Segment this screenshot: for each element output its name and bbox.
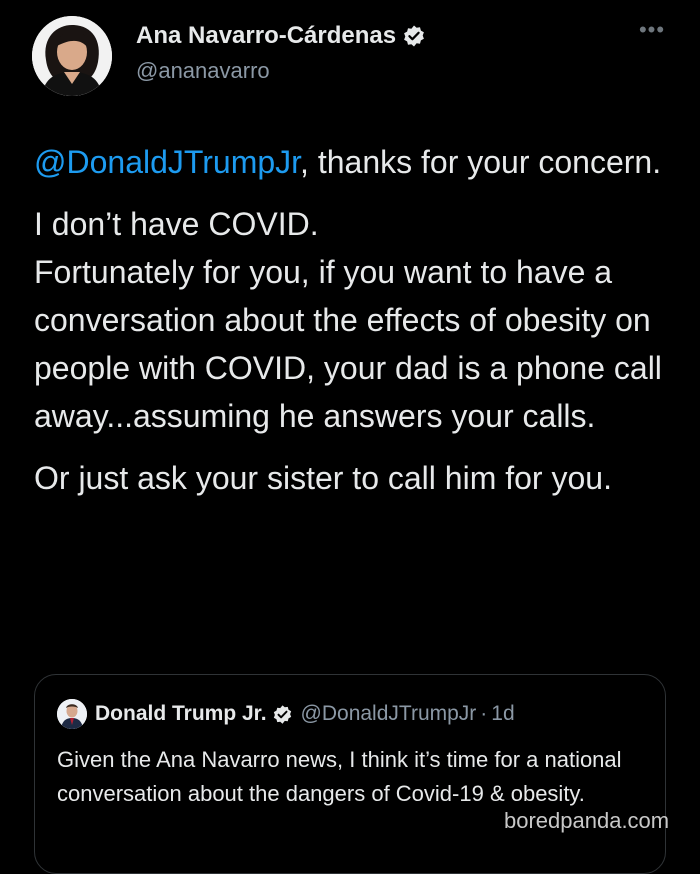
- tweet-paragraph-1: @DonaldJTrumpJr, thanks for your concern…: [34, 138, 670, 186]
- more-options-icon[interactable]: •••: [636, 18, 668, 42]
- quoted-author-handle[interactable]: @DonaldJTrumpJr: [301, 702, 477, 726]
- quoted-tweet-header: Donald Trump Jr. @DonaldJTrumpJr · 1d: [57, 699, 515, 729]
- quoted-tweet-text: Given the Ana Navarro news, I think it’s…: [57, 747, 622, 806]
- tweet-paragraph-3: Or just ask your sister to call him for …: [34, 460, 612, 496]
- mention-link[interactable]: @DonaldJTrumpJr: [34, 144, 300, 180]
- author-name-row: Ana Navarro-Cárdenas: [136, 22, 426, 50]
- author-avatar[interactable]: [32, 16, 112, 96]
- tweet-paragraph-2: I don’t have COVID. Fortunately for you, …: [34, 200, 670, 440]
- quoted-separator: ·: [480, 702, 488, 725]
- tweet-paragraph-2-line-2: Fortunately for you, if you want to have…: [34, 254, 662, 434]
- tweet-header: Ana Navarro-Cárdenas @ananavarro •••: [0, 0, 700, 110]
- quoted-timestamp[interactable]: 1d: [491, 702, 514, 726]
- verified-badge-icon: [402, 24, 426, 48]
- quoted-verified-badge-icon: [272, 704, 293, 725]
- tweet-paragraph-1-text: , thanks for your concern.: [300, 144, 662, 180]
- quoted-author-display-name[interactable]: Donald Trump Jr.: [95, 702, 267, 726]
- author-avatar-image: [32, 16, 112, 96]
- watermark: boredpanda.com: [504, 808, 670, 833]
- quoted-author-avatar[interactable]: [57, 699, 87, 729]
- author-display-name[interactable]: Ana Navarro-Cárdenas: [136, 22, 396, 50]
- quoted-tweet-card[interactable]: Donald Trump Jr. @DonaldJTrumpJr · 1d Gi…: [34, 674, 666, 874]
- author-handle[interactable]: @ananavarro: [136, 58, 270, 84]
- tweet-paragraph-2-line-1: I don’t have COVID.: [34, 206, 319, 242]
- tweet-text: @DonaldJTrumpJr, thanks for your concern…: [34, 138, 670, 502]
